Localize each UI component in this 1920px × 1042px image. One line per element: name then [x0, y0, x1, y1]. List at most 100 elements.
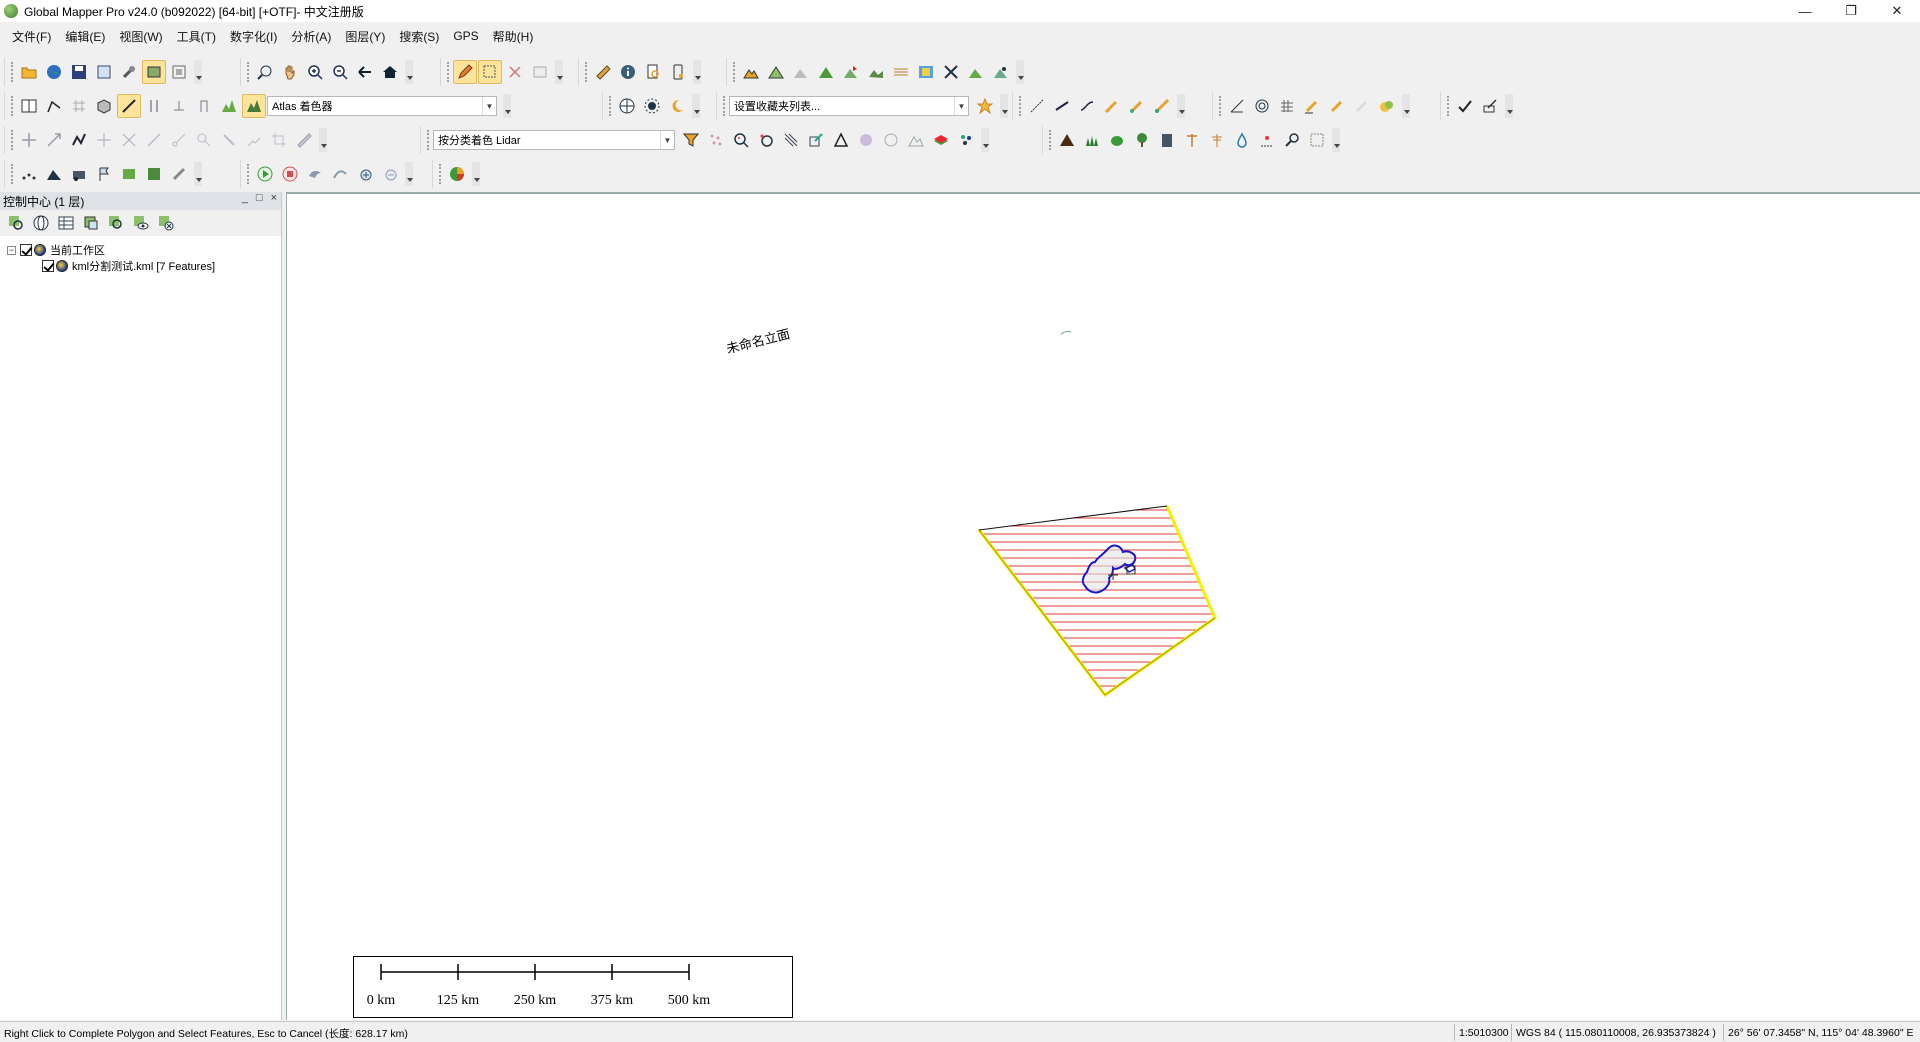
raise-vertex-button[interactable] [142, 94, 166, 118]
contour-button[interactable] [764, 60, 788, 84]
rotate-button[interactable] [117, 128, 141, 152]
extract-building-button[interactable] [1155, 128, 1179, 152]
lidar-class-button[interactable] [879, 128, 903, 152]
restore-button[interactable]: ❐ [1828, 0, 1874, 22]
attribute-table-button[interactable] [54, 211, 78, 235]
sun-button[interactable] [640, 94, 664, 118]
lower-vertex-button[interactable] [167, 94, 191, 118]
zoom-tool-button[interactable] [253, 60, 277, 84]
gps-settings-button[interactable] [167, 162, 191, 186]
shader-select[interactable]: Atlas 着色器 ▼ [267, 96, 497, 116]
menu-layer[interactable]: 图层(Y) [345, 28, 385, 45]
toolbar-grip[interactable] [11, 164, 13, 184]
toolbar-options-chevron[interactable] [503, 94, 511, 118]
gps-track-button[interactable] [17, 162, 41, 186]
extract-terrain-button[interactable] [1055, 128, 1079, 152]
vertical-tool-button[interactable] [192, 94, 216, 118]
lidar-search-button[interactable] [729, 128, 753, 152]
menu-file[interactable]: 文件(F) [12, 28, 51, 45]
full-view-button[interactable] [378, 60, 402, 84]
toolbar-options-chevron[interactable] [405, 60, 413, 84]
layer-checkbox[interactable] [42, 260, 54, 272]
online-data-button[interactable] [42, 60, 66, 84]
layer-search-button[interactable] [104, 211, 128, 235]
toolbar-options-chevron[interactable] [693, 60, 701, 84]
zoom-to-layer-button[interactable] [4, 211, 28, 235]
elevation-button[interactable] [739, 60, 763, 84]
play-button[interactable] [253, 162, 277, 186]
open-data-button[interactable] [17, 60, 41, 84]
save-button[interactable] [67, 60, 91, 84]
crop-button[interactable] [267, 128, 291, 152]
join-line-button[interactable] [1100, 94, 1124, 118]
toolbar-grip[interactable] [609, 96, 611, 116]
projection-button[interactable] [29, 211, 53, 235]
view-shed-button[interactable] [789, 60, 813, 84]
lidar-analysis-button[interactable] [989, 60, 1013, 84]
remove-location-button[interactable] [378, 162, 402, 186]
toolbar-options-chevron[interactable] [1505, 94, 1513, 118]
gps-mountain-button[interactable] [42, 162, 66, 186]
extract-powerline-button[interactable] [1205, 128, 1229, 152]
buffer-button[interactable] [1375, 94, 1399, 118]
gradient-button[interactable] [889, 60, 913, 84]
feature-info-button[interactable] [528, 60, 552, 84]
toolbar-options-chevron[interactable] [1177, 94, 1185, 118]
3d-path-button[interactable] [67, 94, 91, 118]
menu-tools[interactable]: 工具(T) [177, 28, 216, 45]
toolbar-grip[interactable] [11, 96, 13, 116]
cut-fill-button[interactable] [964, 60, 988, 84]
toolbar-options-chevron[interactable] [1402, 94, 1410, 118]
pie-chart-button[interactable] [445, 162, 469, 186]
draw-point-button[interactable] [1325, 94, 1349, 118]
snap-vertex-button[interactable] [217, 128, 241, 152]
extract-tree-button[interactable] [1130, 128, 1154, 152]
ruler-tool-button[interactable] [292, 128, 316, 152]
digitizer-tool-button[interactable] [453, 60, 477, 84]
zoom-out-button[interactable] [328, 60, 352, 84]
create-line-button[interactable] [1025, 94, 1049, 118]
range-ring-button[interactable] [1250, 94, 1274, 118]
print-button[interactable] [92, 60, 116, 84]
terrain-shade-button[interactable] [217, 94, 241, 118]
lidar-query-button[interactable] [754, 128, 778, 152]
toolbar-grip[interactable] [447, 62, 449, 82]
toolbar-options-chevron[interactable] [194, 162, 202, 186]
cut-button[interactable] [167, 128, 191, 152]
lidar-cluster-button[interactable] [954, 128, 978, 152]
combine-terrain-button[interactable] [864, 60, 888, 84]
toolbar-options-chevron[interactable] [1000, 94, 1008, 118]
snap-button[interactable] [1300, 94, 1324, 118]
split-tool-button[interactable] [142, 128, 166, 152]
gps-vehicle-button[interactable] [67, 162, 91, 186]
watershed-button[interactable] [814, 60, 838, 84]
extract-breakline-button[interactable] [1255, 128, 1279, 152]
extract-settings-button[interactable] [1305, 128, 1329, 152]
split-line-button[interactable] [1125, 94, 1149, 118]
delete-feature-button[interactable] [503, 60, 527, 84]
workspace-checkbox[interactable] [20, 244, 32, 256]
menu-analysis[interactable]: 分析(A) [291, 28, 331, 45]
export-check-button[interactable] [1478, 94, 1502, 118]
web-map-button[interactable] [615, 94, 639, 118]
peaks-active-button[interactable] [242, 94, 266, 118]
close-window-button[interactable]: ✕ [1874, 0, 1920, 22]
lidar-color-select[interactable]: 按分类着色 Lidar ▼ [433, 130, 675, 150]
track-follow-button[interactable] [303, 162, 327, 186]
3d-view-button[interactable] [92, 94, 116, 118]
toolbar-grip[interactable] [1219, 96, 1221, 116]
menu-gps[interactable]: GPS [453, 29, 478, 43]
panel-float-button[interactable]: □ [256, 192, 263, 204]
tree-collapse-toggle[interactable]: − [7, 245, 16, 255]
toolbar-options-chevron[interactable] [194, 60, 202, 84]
stop-button[interactable] [278, 162, 302, 186]
toolbar-options-chevron[interactable] [405, 162, 413, 186]
panel-minimize-button[interactable]: _ [242, 192, 248, 204]
minimize-button[interactable]: — [1782, 0, 1828, 22]
add-location-button[interactable] [353, 162, 377, 186]
toolbar-grip[interactable] [247, 164, 249, 184]
layer-options-button[interactable] [79, 211, 103, 235]
measure-angle-button[interactable] [1225, 94, 1249, 118]
select-area-button[interactable] [478, 60, 502, 84]
grid-create-button[interactable] [1275, 94, 1299, 118]
